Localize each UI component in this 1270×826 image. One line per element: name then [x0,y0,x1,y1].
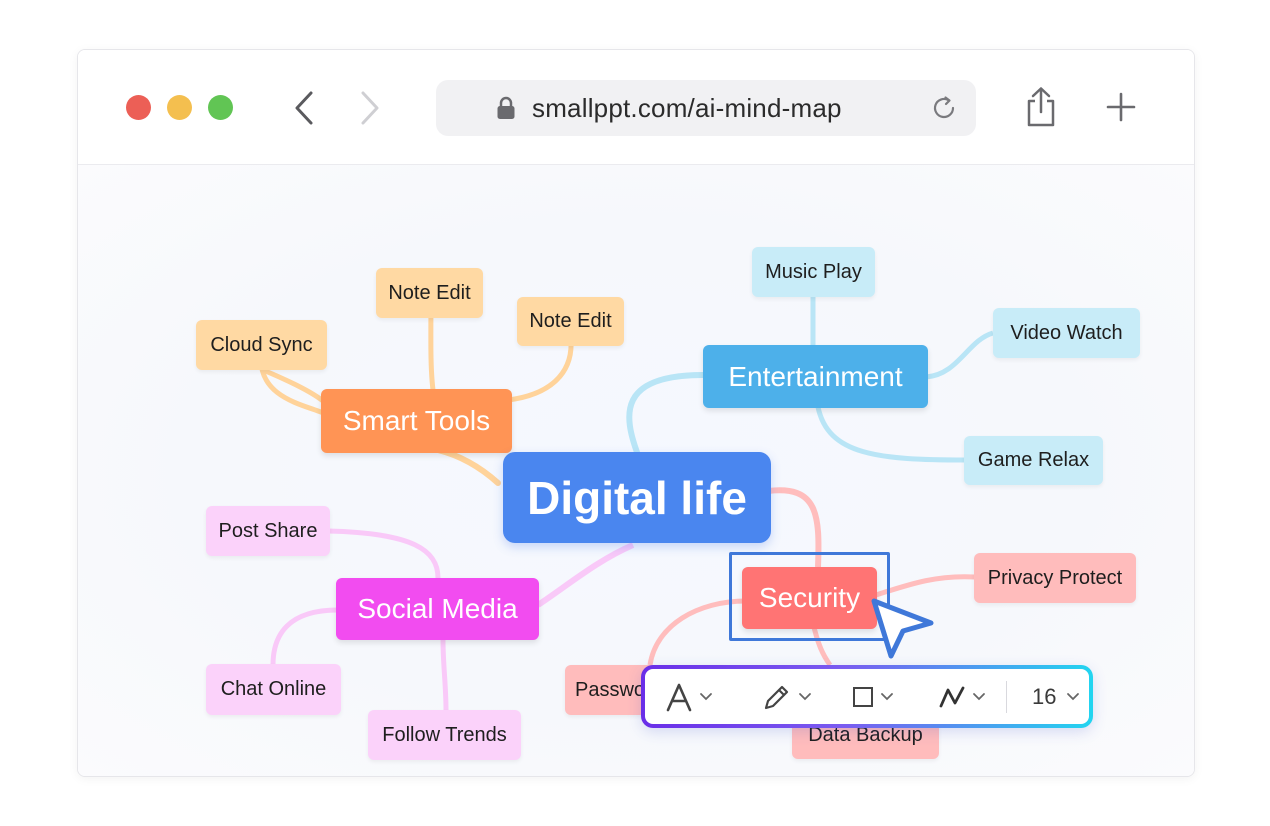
node-smart-tools[interactable]: Smart Tools [321,389,512,453]
node-video-watch[interactable]: Video Watch [993,308,1140,358]
node-note-edit[interactable]: Note Edit [517,297,624,346]
maximize-window-button[interactable] [208,95,233,120]
chevron-down-icon [881,692,893,700]
chevron-down-icon [973,692,985,700]
close-window-button[interactable] [126,95,151,120]
text-style-tool[interactable] [665,669,713,724]
node-follow-trends[interactable]: Follow Trends [368,710,521,760]
node-post-share[interactable]: Post Share [206,506,330,556]
new-tab-icon[interactable] [1106,92,1136,122]
node-cloud-sync[interactable]: Cloud Sync [196,320,327,370]
minimize-window-button[interactable] [167,95,192,120]
forward-button[interactable] [350,88,390,128]
selection-box [729,552,890,641]
chevron-left-icon [295,91,313,125]
chevron-down-icon [799,692,811,700]
chevron-down-icon [1067,692,1080,700]
address-bar[interactable]: smallppt.com/ai-mind-map [436,80,976,136]
browser-window: smallppt.com/ai-mind-map Cloud Sync Note… [77,49,1195,777]
text-style-icon [666,683,692,711]
node-entertainment[interactable]: Entertainment [703,345,928,408]
browser-toolbar: smallppt.com/ai-mind-map [78,50,1194,165]
toolbar-divider [1006,681,1007,713]
font-size-select[interactable]: 16 [1032,669,1080,724]
node-game-relax[interactable]: Game Relax [964,436,1103,485]
format-toolbar: 16 [641,665,1093,728]
shape-icon [853,686,873,707]
url-text: smallppt.com/ai-mind-map [532,93,842,123]
node-privacy-protect[interactable]: Privacy Protect [974,553,1136,603]
share-icon[interactable] [1024,86,1058,128]
node-music-play[interactable]: Music Play [752,247,875,297]
line-style-tool[interactable] [938,669,986,724]
chevron-down-icon [700,692,712,700]
chevron-right-icon [361,91,379,125]
back-button[interactable] [284,88,324,128]
node-digital-life[interactable]: Digital life [503,452,771,543]
line-style-icon [939,686,965,707]
node-social-media[interactable]: Social Media [336,578,539,640]
cursor-pointer-icon [871,598,934,659]
pen-icon [764,685,789,709]
lock-icon [497,96,515,119]
reload-icon[interactable] [930,94,958,122]
font-size-value: 16 [1032,683,1057,709]
node-note-edit[interactable]: Note Edit [376,268,483,318]
shape-tool[interactable] [852,669,894,724]
pen-tool[interactable] [762,669,812,724]
node-chat-online[interactable]: Chat Online [206,664,341,715]
mind-map-canvas[interactable]: Cloud Sync Note Edit Note Edit Smart Too… [78,165,1194,776]
